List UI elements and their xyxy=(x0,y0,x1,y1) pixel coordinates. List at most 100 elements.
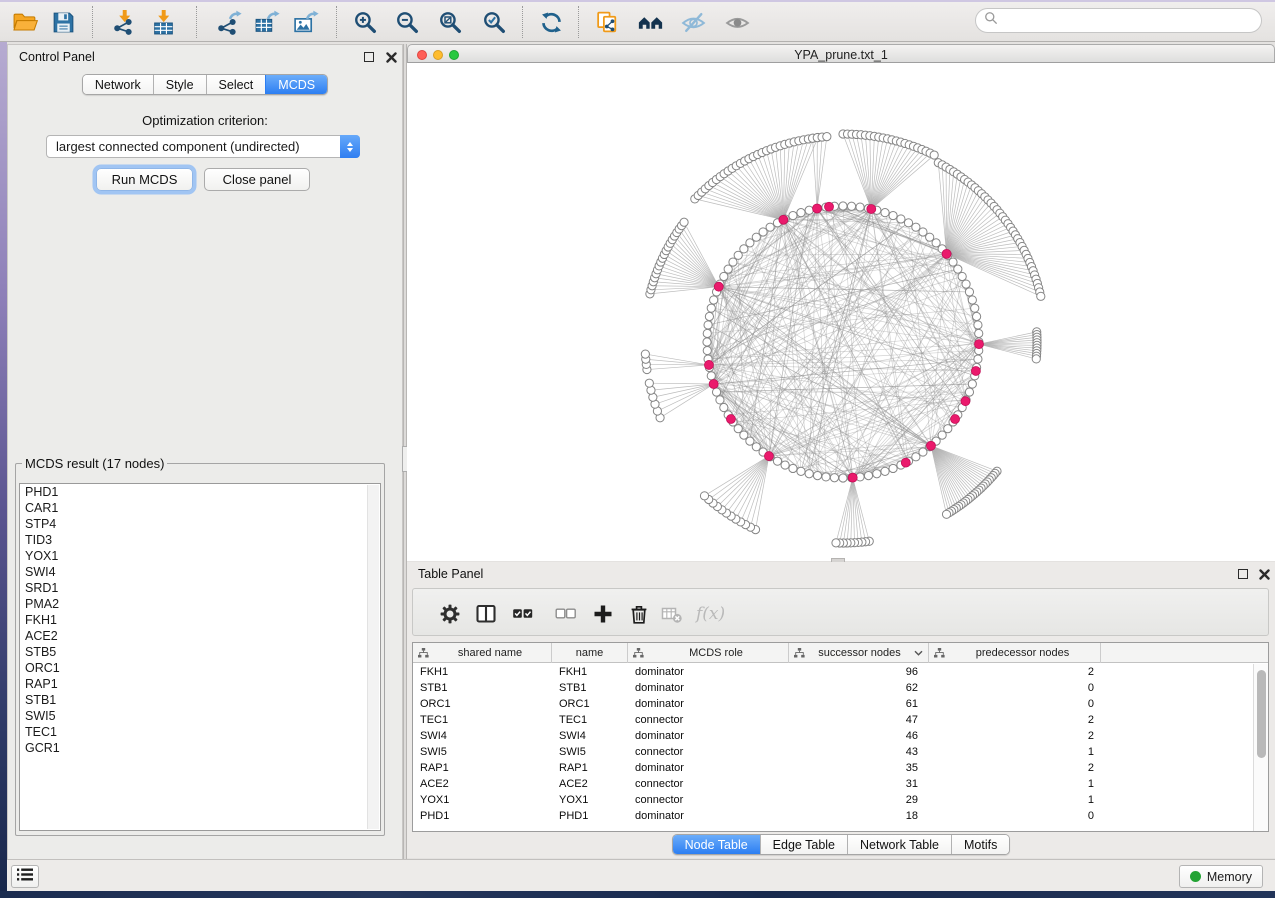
float-panel-icon[interactable] xyxy=(364,52,374,62)
table-mode-button[interactable] xyxy=(437,601,463,627)
save-icon xyxy=(50,9,77,36)
table-row[interactable]: SWI4SWI4dominator462 xyxy=(413,728,1253,744)
attribute-tree-icon xyxy=(633,648,644,658)
column-header-predecessor-nodes[interactable]: predecessor nodes xyxy=(929,643,1101,663)
result-scrollbar[interactable] xyxy=(367,485,379,829)
mcds-result-item[interactable]: CAR1 xyxy=(20,500,380,516)
zoom-out-icon xyxy=(394,9,421,36)
function-builder-button: f(x) xyxy=(696,601,725,627)
table-tab-edge-table[interactable]: Edge Table xyxy=(760,835,847,854)
zoom-out-button[interactable] xyxy=(392,7,422,37)
zoom-selected-button[interactable] xyxy=(479,7,509,37)
criterion-select[interactable]: largest connected component (undirected) xyxy=(46,135,360,158)
tab-mcds[interactable]: MCDS xyxy=(265,75,327,94)
tab-style[interactable]: Style xyxy=(153,75,206,94)
toolbar-separator xyxy=(336,6,337,38)
add-column-button[interactable] xyxy=(590,601,616,627)
close-panel-icon[interactable] xyxy=(386,52,397,63)
search-input[interactable] xyxy=(1003,12,1253,29)
import-network-icon xyxy=(111,9,138,36)
mcds-result-item[interactable]: STB1 xyxy=(20,692,380,708)
import-network-button[interactable] xyxy=(109,7,139,37)
close-table-panel-icon[interactable] xyxy=(1259,569,1270,580)
toolbar-separator xyxy=(92,6,93,38)
float-table-panel-icon[interactable] xyxy=(1238,569,1248,579)
table-row[interactable]: RAP1RAP1dominator352 xyxy=(413,760,1253,776)
mcds-result-item[interactable]: FKH1 xyxy=(20,612,380,628)
sort-descending-icon[interactable] xyxy=(914,650,923,656)
mcds-result-item[interactable]: GCR1 xyxy=(20,740,380,756)
mcds-result-item[interactable]: SRD1 xyxy=(20,580,380,596)
status-bar: Memory xyxy=(0,859,1275,891)
table-tab-node-table[interactable]: Node Table xyxy=(673,835,760,854)
column-header-successor-nodes[interactable]: successor nodes xyxy=(789,643,929,663)
table-row[interactable]: SWI5SWI5connector431 xyxy=(413,744,1253,760)
select-all-columns-button[interactable] xyxy=(510,601,536,627)
zoom-in-icon xyxy=(352,9,379,36)
cell-shared-name: PHD1 xyxy=(413,808,552,824)
cell-name: TEC1 xyxy=(552,712,628,728)
cell-predecessor-nodes: 2 xyxy=(929,728,1101,744)
export-network-button[interactable] xyxy=(213,7,243,37)
deselect-all-columns-button[interactable] xyxy=(553,601,579,627)
table-row[interactable]: TEC1TEC1connector472 xyxy=(413,712,1253,728)
mcds-result-item[interactable]: STP4 xyxy=(20,516,380,532)
show-columns-button[interactable] xyxy=(473,601,499,627)
network-canvas[interactable] xyxy=(407,63,1275,561)
save-session-button[interactable] xyxy=(48,7,78,37)
mcds-result-item[interactable]: TEC1 xyxy=(20,724,380,740)
search-box[interactable] xyxy=(975,8,1262,33)
table-row[interactable]: PHD1PHD1dominator180 xyxy=(413,808,1253,824)
scrollbar-thumb[interactable] xyxy=(1257,670,1266,758)
hide-selected-button[interactable] xyxy=(678,7,708,37)
mcds-result-item[interactable]: PMA2 xyxy=(20,596,380,612)
column-header-name[interactable]: name xyxy=(552,643,628,663)
table-tab-network-table[interactable]: Network Table xyxy=(847,835,951,854)
mcds-result-item[interactable]: SWI5 xyxy=(20,708,380,724)
table-scrollbar[interactable] xyxy=(1253,664,1268,831)
table-row[interactable]: ORC1ORC1dominator610 xyxy=(413,696,1253,712)
delete-column-button[interactable] xyxy=(626,601,652,627)
memory-button[interactable]: Memory xyxy=(1179,865,1263,888)
mcds-result-item[interactable]: ORC1 xyxy=(20,660,380,676)
mcds-result-item[interactable]: PHD1 xyxy=(20,484,380,500)
apply-layout-button[interactable] xyxy=(536,7,566,37)
table-row[interactable]: STB1STB1dominator620 xyxy=(413,680,1253,696)
cell-mcds-role: dominator xyxy=(628,760,789,776)
cell-name: ACE2 xyxy=(552,776,628,792)
cell-predecessor-nodes: 1 xyxy=(929,776,1101,792)
zoom-fit-button[interactable] xyxy=(435,7,465,37)
export-table-button[interactable] xyxy=(251,7,281,37)
mcds-result-item[interactable]: RAP1 xyxy=(20,676,380,692)
table-tab-motifs[interactable]: Motifs xyxy=(951,835,1009,854)
close-panel-button[interactable]: Close panel xyxy=(204,168,310,191)
import-table-button[interactable] xyxy=(148,7,178,37)
tab-network[interactable]: Network xyxy=(83,75,153,94)
trash-icon xyxy=(628,603,650,625)
mcds-result-item[interactable]: ACE2 xyxy=(20,628,380,644)
cell-successor-nodes: 18 xyxy=(789,808,929,824)
mcds-result-list[interactable]: PHD1CAR1STP4TID3YOX1SWI4SRD1PMA2FKH1ACE2… xyxy=(19,483,381,831)
toolbar-separator xyxy=(522,6,523,38)
run-mcds-button[interactable]: Run MCDS xyxy=(96,168,193,191)
panel-list-button[interactable] xyxy=(11,865,39,888)
column-header-mcds-role[interactable]: MCDS role xyxy=(628,643,789,663)
open-file-button[interactable] xyxy=(10,7,40,37)
table-row[interactable]: FKH1FKH1dominator962 xyxy=(413,664,1253,680)
mcds-result-item[interactable]: STB5 xyxy=(20,644,380,660)
table-row[interactable]: YOX1YOX1connector291 xyxy=(413,792,1253,808)
zoom-selected-icon xyxy=(481,9,508,36)
table-row[interactable]: ACE2ACE2connector311 xyxy=(413,776,1253,792)
column-header-shared-name[interactable]: shared name xyxy=(413,643,552,663)
tab-select[interactable]: Select xyxy=(206,75,266,94)
show-all-button[interactable] xyxy=(722,7,752,37)
mcds-result-item[interactable]: TID3 xyxy=(20,532,380,548)
first-neighbors-button[interactable] xyxy=(635,7,665,37)
export-image-button[interactable] xyxy=(290,7,320,37)
zoom-in-button[interactable] xyxy=(350,7,380,37)
mcds-result-item[interactable]: SWI4 xyxy=(20,564,380,580)
mcds-result-item[interactable]: YOX1 xyxy=(20,548,380,564)
network-window-titlebar: YPA_prune.txt_1 xyxy=(407,44,1275,63)
control-panel-header: Control Panel xyxy=(8,45,402,69)
clone-network-button[interactable] xyxy=(592,7,622,37)
